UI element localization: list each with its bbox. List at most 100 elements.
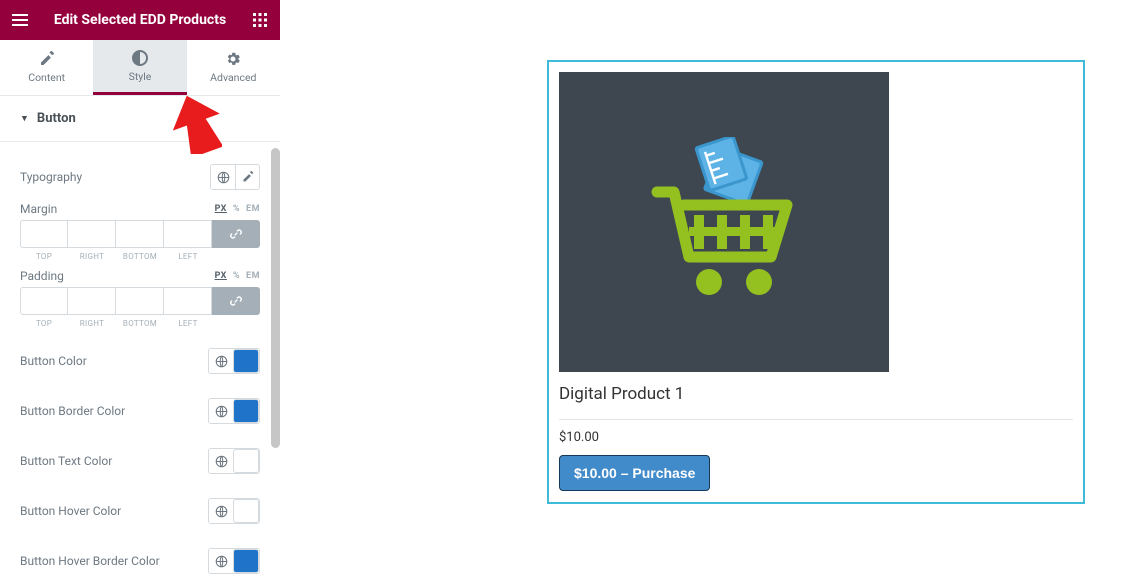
section-title: Button <box>37 111 76 126</box>
margin-link-button[interactable] <box>212 220 260 248</box>
margin-unit-px[interactable]: PX <box>215 204 227 214</box>
tab-content-label: Content <box>28 71 65 84</box>
margin-inputs <box>20 220 260 248</box>
padding-unit-pct[interactable]: % <box>233 271 240 281</box>
color-globe-button[interactable] <box>209 499 233 523</box>
section-button-toggle[interactable]: ▲ Button <box>0 96 280 142</box>
padding-side-bottom: BOTTOM <box>116 319 164 328</box>
margin-units: PX % EM <box>215 204 260 214</box>
padding-bottom-input[interactable] <box>116 287 164 315</box>
color-row-0: Button Color <box>20 336 260 386</box>
color-row-2: Button Text Color <box>20 436 260 486</box>
globe-icon <box>215 405 228 418</box>
product-title[interactable]: Digital Product 1 <box>559 384 1073 404</box>
margin-right-input[interactable] <box>68 220 116 248</box>
tab-advanced[interactable]: Advanced <box>187 40 280 95</box>
color-controls <box>208 348 260 374</box>
color-globe-button[interactable] <box>209 549 233 573</box>
preview-canvas: ZIP <box>280 0 1143 583</box>
color-controls <box>208 398 260 424</box>
typography-buttons <box>210 164 260 190</box>
editor-tabs: Content Style Advanced <box>0 40 280 96</box>
margin-unit-pct[interactable]: % <box>233 204 240 214</box>
typography-edit-button[interactable] <box>235 165 259 189</box>
color-swatch[interactable] <box>233 499 259 523</box>
pencil-icon <box>39 51 55 67</box>
color-globe-button[interactable] <box>209 449 233 473</box>
color-label: Button Border Color <box>20 404 125 418</box>
color-row-4: Button Hover Border Color <box>20 536 260 583</box>
typography-globe-button[interactable] <box>211 165 235 189</box>
hamburger-icon <box>12 12 28 28</box>
widget-selection-frame[interactable]: ZIP <box>547 60 1085 504</box>
color-controls <box>208 498 260 524</box>
color-label: Button Hover Border Color <box>20 554 160 568</box>
color-swatch[interactable] <box>233 449 259 473</box>
menu-button[interactable] <box>0 0 40 40</box>
sidebar-scrollbar-thumb[interactable] <box>271 148 280 448</box>
topbar-title: Edit Selected EDD Products <box>40 12 240 28</box>
link-icon <box>229 294 243 308</box>
globe-icon <box>215 555 228 568</box>
padding-units: PX % EM <box>215 271 260 281</box>
margin-left-input[interactable] <box>164 220 212 248</box>
sidebar-topbar: Edit Selected EDD Products <box>0 0 280 40</box>
color-controls <box>208 448 260 474</box>
product-image: ZIP <box>559 72 889 372</box>
padding-link-button[interactable] <box>212 287 260 315</box>
tab-style[interactable]: Style <box>93 40 186 95</box>
link-icon <box>229 227 243 241</box>
color-label: Button Hover Color <box>20 504 121 518</box>
tab-advanced-label: Advanced <box>210 71 256 84</box>
padding-top-input[interactable] <box>20 287 68 315</box>
typography-label: Typography <box>20 170 82 184</box>
color-globe-button[interactable] <box>209 349 233 373</box>
globe-icon <box>217 171 230 184</box>
pencil-icon <box>242 171 254 183</box>
padding-side-top: TOP <box>20 319 68 328</box>
color-swatch[interactable] <box>233 399 259 423</box>
padding-side-right: RIGHT <box>68 319 116 328</box>
control-padding: Padding PX % EM TOP RIGHT BOTTOM <box>20 269 260 328</box>
globe-icon <box>215 455 228 468</box>
margin-side-top: TOP <box>20 252 68 261</box>
margin-side-left: LEFT <box>164 252 212 261</box>
color-row-1: Button Border Color <box>20 386 260 436</box>
editor-sidebar: Edit Selected EDD Products Content Style… <box>0 0 280 583</box>
padding-right-input[interactable] <box>68 287 116 315</box>
globe-icon <box>215 355 228 368</box>
purchase-button[interactable]: $10.00 – Purchase <box>559 455 710 491</box>
separator <box>559 419 1073 420</box>
gear-icon <box>225 51 241 67</box>
padding-left-input[interactable] <box>164 287 212 315</box>
product-price: $10.00 <box>559 430 1073 445</box>
margin-unit-em[interactable]: EM <box>246 204 260 214</box>
margin-label: Margin <box>20 202 57 216</box>
margin-bottom-input[interactable] <box>116 220 164 248</box>
globe-icon <box>215 505 228 518</box>
padding-side-left: LEFT <box>164 319 212 328</box>
control-margin: Margin PX % EM TOP RIGHT BOTTOM <box>20 202 260 261</box>
color-swatch[interactable] <box>233 549 259 573</box>
padding-inputs <box>20 287 260 315</box>
color-controls <box>208 548 260 574</box>
grid-icon <box>253 13 267 27</box>
margin-top-input[interactable] <box>20 220 68 248</box>
color-label: Button Color <box>20 354 87 368</box>
padding-unit-px[interactable]: PX <box>215 271 227 281</box>
tab-content[interactable]: Content <box>0 40 93 95</box>
color-row-3: Button Hover Color <box>20 486 260 536</box>
controls-panel: Typography Margin PX % EM <box>0 142 280 583</box>
cart-zip-icon: ZIP <box>639 137 809 307</box>
padding-label: Padding <box>20 269 64 283</box>
caret-down-icon: ▲ <box>20 113 29 124</box>
color-label: Button Text Color <box>20 454 112 468</box>
row-typography: Typography <box>20 152 260 202</box>
contrast-icon <box>132 50 148 66</box>
sidebar-scrollbar-track[interactable] <box>271 40 280 583</box>
color-swatch[interactable] <box>233 349 259 373</box>
widgets-grid-button[interactable] <box>240 0 280 40</box>
tab-style-label: Style <box>129 70 152 83</box>
padding-unit-em[interactable]: EM <box>246 271 260 281</box>
color-globe-button[interactable] <box>209 399 233 423</box>
